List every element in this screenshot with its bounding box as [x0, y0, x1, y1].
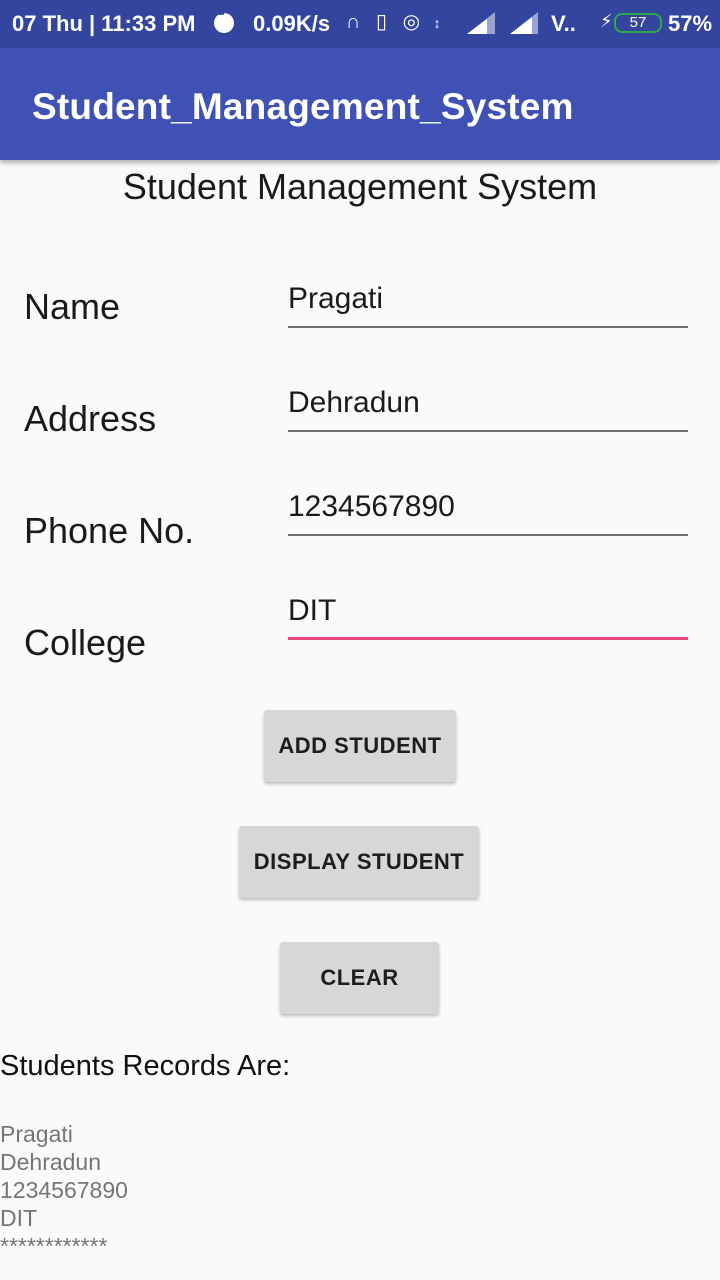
address-input[interactable]: Dehradun	[288, 386, 688, 432]
battery-icon: 57	[614, 13, 662, 33]
records-title: Students Records Are:	[0, 1050, 291, 1082]
charging-icon: ⚡	[600, 11, 613, 31]
status-carrier: V..	[551, 11, 576, 36]
signal-strength-icon	[467, 12, 495, 34]
record-line: Dehradun	[0, 1149, 102, 1175]
chat-notification-icon	[214, 9, 234, 33]
app-title: Student_Management_System	[32, 86, 574, 127]
battery-percent: 57%	[668, 11, 713, 36]
app-bar: Student_Management_System	[0, 48, 720, 160]
college-label: College	[24, 622, 147, 663]
status-net-speed: 0.09K/s	[253, 11, 331, 36]
clear-button[interactable]: CLEAR	[280, 942, 439, 1014]
status-bar: 07 Thu | 11:33 PM 0.09K/s ∩ ▯ ◎ ↕ V.. ⚡ …	[0, 0, 720, 48]
headphones-icon: ∩	[346, 11, 361, 33]
name-label: Name	[24, 286, 121, 327]
address-label: Address	[24, 398, 157, 439]
hotspot-icon: ◎	[402, 11, 421, 33]
signal-strength-icon-2	[510, 12, 538, 34]
add-student-button[interactable]: ADD STUDENT	[264, 710, 456, 782]
status-time: 07 Thu | 11:33 PM	[12, 11, 196, 36]
records-list: Pragati Dehradun 1234567890 DIT ********…	[0, 1120, 128, 1260]
name-input[interactable]: Pragati	[288, 282, 688, 328]
record-line: Pragati	[0, 1121, 73, 1147]
phone-input[interactable]: 1234567890	[288, 490, 688, 536]
display-student-button[interactable]: DISPLAY STUDENT	[239, 826, 479, 898]
vibrate-icon: ▯	[376, 11, 388, 33]
record-line: DIT	[0, 1205, 38, 1231]
phone-label: Phone No.	[24, 510, 195, 551]
status-icons: ∩ ▯ ◎ ↕	[346, 9, 441, 34]
data-arrows-icon: ↕	[433, 15, 441, 31]
record-line: 1234567890	[0, 1177, 128, 1203]
college-input[interactable]: DIT	[288, 594, 688, 640]
form-heading: Student Management System	[122, 166, 598, 207]
record-line: ************	[0, 1233, 108, 1259]
